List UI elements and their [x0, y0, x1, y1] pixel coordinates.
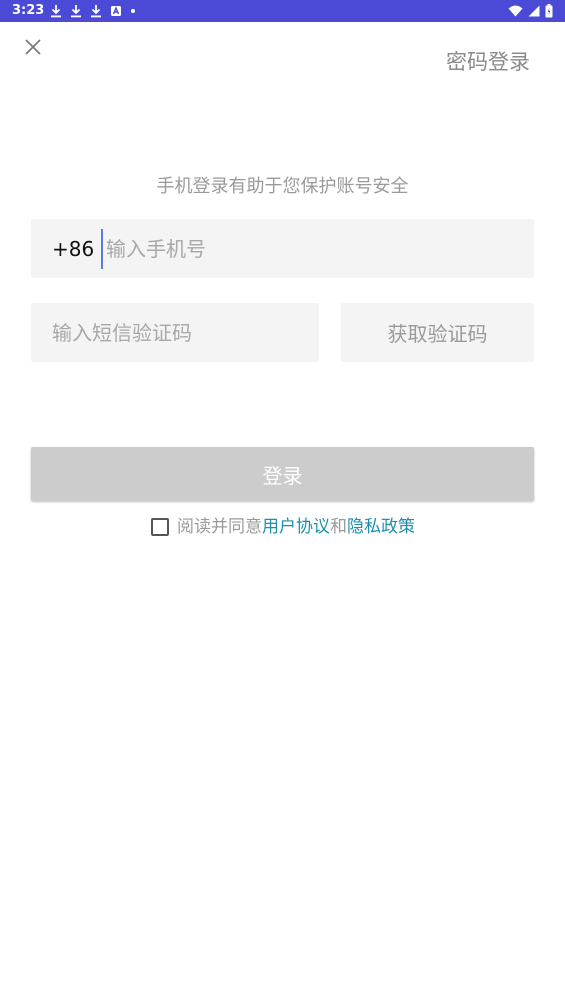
- page-subtitle: 手机登录有助于您保护账号安全: [156, 176, 409, 197]
- app-notification-icon: [111, 6, 121, 16]
- notification-icons: [50, 3, 136, 19]
- country-code[interactable]: +86: [52, 235, 94, 263]
- download-icon: [51, 5, 61, 18]
- wifi-icon: [508, 5, 523, 17]
- sms-code-field-container: [31, 303, 319, 362]
- signal-icon: [528, 5, 540, 17]
- close-icon: [25, 39, 41, 55]
- sms-code-input[interactable]: [52, 313, 307, 353]
- password-login-link[interactable]: 密码登录: [446, 48, 530, 76]
- agreement-and: 和: [330, 517, 347, 537]
- status-time: 3:23: [12, 3, 45, 18]
- system-icons: [508, 3, 553, 19]
- download-icon: [91, 5, 101, 18]
- phone-field-container: +86: [31, 219, 534, 278]
- agree-checkbox[interactable]: [151, 518, 169, 536]
- get-code-button[interactable]: 获取验证码: [341, 303, 534, 362]
- user-agreement-link[interactable]: 用户协议: [262, 514, 330, 540]
- download-icon: [71, 5, 81, 18]
- login-button[interactable]: 登录: [31, 447, 534, 501]
- privacy-policy-link[interactable]: 隐私政策: [347, 514, 415, 540]
- agreement-row: 阅读并同意 用户协议 和 隐私政策: [151, 514, 415, 540]
- dot-icon: [131, 9, 135, 13]
- status-bar: 3:23: [0, 0, 565, 22]
- close-button[interactable]: [20, 34, 46, 60]
- phone-input[interactable]: [101, 229, 521, 269]
- agreement-prefix: 阅读并同意: [177, 517, 262, 537]
- battery-icon: [545, 4, 553, 18]
